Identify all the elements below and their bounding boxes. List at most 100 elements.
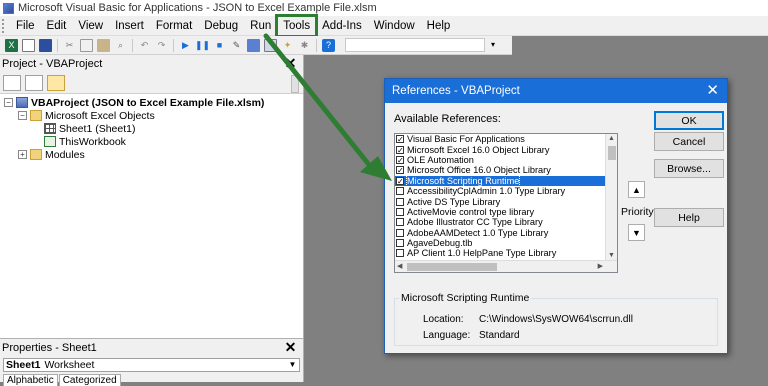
menu-edit[interactable]: Edit (41, 16, 73, 36)
break-icon[interactable]: ❚❚ (195, 39, 210, 52)
vba-app-icon (3, 2, 14, 14)
reference-label: Visual Basic For Applications (407, 134, 525, 145)
menu-run[interactable]: Run (244, 16, 277, 36)
tree-item-sheet1[interactable]: Sheet1 (Sheet1) (0, 122, 303, 135)
scroll-thumb[interactable] (407, 263, 497, 271)
paste-icon[interactable] (97, 38, 110, 52)
reference-item[interactable]: ✓ OLE Automation (395, 155, 617, 165)
reference-info-title: Microsoft Scripting Runtime (399, 292, 532, 304)
menu-debug[interactable]: Debug (198, 16, 244, 36)
tree-item-excel-objects[interactable]: − Microsoft Excel Objects (0, 109, 303, 122)
reference-item[interactable]: AgaveDebug.tlb (395, 238, 617, 248)
reference-item[interactable]: ActiveMovie control type library (395, 207, 617, 217)
reference-checkbox[interactable] (396, 218, 404, 227)
reference-item[interactable]: ✓ Microsoft Scripting Runtime (395, 174, 617, 187)
reference-label: OLE Automation (407, 154, 474, 165)
tab-alphabetic[interactable]: Alphabetic (3, 374, 58, 386)
tab-categorized[interactable]: Categorized (58, 374, 121, 386)
view-object-icon[interactable] (25, 74, 43, 91)
insert-userform-icon[interactable] (22, 38, 35, 52)
project-explorer-icon[interactable] (247, 38, 260, 52)
browse-button[interactable]: Browse... (654, 159, 724, 178)
find-icon[interactable]: ⌕ (114, 39, 127, 52)
reference-checkbox[interactable] (396, 249, 404, 258)
tree-item-modules[interactable]: + Modules (0, 148, 303, 161)
expand-icon[interactable]: + (18, 150, 27, 159)
reference-checkbox[interactable]: ✓ (396, 135, 404, 144)
toolbar-separator (132, 38, 133, 52)
chevron-down-icon[interactable]: ▼ (287, 360, 298, 370)
reference-checkbox[interactable]: ✓ (396, 176, 404, 185)
tree-item-project[interactable]: − VBAProject (JSON to Excel Example File… (0, 96, 303, 109)
object-browser-icon[interactable]: ✦ (281, 39, 294, 52)
save-icon[interactable] (39, 38, 52, 52)
help-button[interactable]: Help (654, 208, 724, 227)
scroll-up-icon[interactable]: ▲ (608, 135, 615, 142)
reference-checkbox[interactable]: ✓ (396, 145, 404, 154)
menu-file[interactable]: File (10, 16, 41, 36)
reference-item[interactable]: ✓ Microsoft Office 16.0 Object Library (395, 165, 617, 175)
properties-icon[interactable] (264, 38, 277, 52)
cursor-position-field (345, 38, 485, 52)
scroll-right-icon[interactable]: ▶ (598, 262, 603, 270)
reference-item[interactable]: AccessibilityCplAdmin 1.0 Type Library (395, 186, 617, 196)
collapse-icon[interactable]: − (4, 98, 13, 107)
toolbox-icon[interactable]: ✱ (298, 39, 311, 52)
reference-item[interactable]: AP Client 1.0 HelpPane Type Library (395, 248, 617, 258)
vertical-scrollbar[interactable]: ▲ ▼ (605, 134, 617, 260)
menu-view[interactable]: View (72, 16, 109, 36)
horizontal-scrollbar[interactable]: ◀ ▶ (395, 260, 617, 272)
reset-icon[interactable]: ■ (213, 39, 226, 52)
reference-checkbox[interactable] (396, 187, 404, 196)
location-label: Location: (423, 314, 464, 325)
copy-icon[interactable] (80, 38, 93, 52)
reference-checkbox[interactable] (396, 197, 404, 206)
tree-item-label: Sheet1 (Sheet1) (59, 122, 136, 135)
pane-scroll-handle[interactable] (291, 75, 299, 93)
reference-item[interactable]: ✓ Microsoft Excel 16.0 Object Library (395, 144, 617, 155)
scroll-left-icon[interactable]: ◀ (397, 262, 402, 270)
tree-item-thisworkbook[interactable]: ThisWorkbook (0, 135, 303, 148)
close-icon[interactable]: ✕ (283, 339, 298, 355)
menu-format[interactable]: Format (150, 16, 198, 36)
design-mode-icon[interactable]: ✎ (230, 39, 243, 52)
menu-tools[interactable]: Tools (275, 13, 319, 38)
close-icon[interactable]: ✕ (283, 55, 298, 71)
references-list[interactable]: ✓ Visual Basic For Applications ✓ Microsoft… (394, 133, 618, 273)
reference-info-group: Microsoft Scripting Runtime Location: C:… (394, 292, 718, 346)
reference-checkbox[interactable] (396, 228, 404, 237)
toggle-folders-icon[interactable] (47, 74, 65, 91)
cut-icon[interactable]: ✂ (63, 39, 76, 52)
reference-checkbox[interactable]: ✓ (396, 155, 404, 164)
project-explorer-pane: Project - VBAProject ✕ − VBAProject (JSO… (0, 55, 304, 338)
reference-checkbox[interactable] (396, 239, 404, 248)
ok-button[interactable]: OK (654, 111, 724, 130)
reference-item[interactable]: ✓ Visual Basic For Applications (395, 134, 617, 144)
reference-label: AdobeAAMDetect 1.0 Type Library (407, 227, 549, 238)
scroll-thumb[interactable] (608, 146, 616, 160)
run-icon[interactable]: ▶ (179, 39, 192, 52)
reference-item[interactable]: Adobe Illustrator CC Type Library (395, 217, 617, 227)
reference-item[interactable]: AdobeAAMDetect 1.0 Type Library (395, 228, 617, 238)
scroll-down-icon[interactable]: ▼ (608, 252, 615, 259)
view-code-icon[interactable] (3, 74, 21, 91)
priority-down-icon[interactable]: ▼ (628, 224, 645, 241)
close-icon[interactable]: ✕ (706, 82, 719, 100)
reference-checkbox[interactable]: ✓ (396, 166, 404, 175)
menu-add-ins[interactable]: Add-Ins (316, 16, 368, 36)
properties-pane-title: Properties - Sheet1 (2, 341, 97, 354)
cancel-button[interactable]: Cancel (654, 132, 724, 151)
excel-icon[interactable]: X (5, 38, 18, 52)
collapse-icon[interactable]: − (18, 111, 27, 120)
object-selector[interactable]: Sheet1 Worksheet ▼ (3, 358, 300, 372)
menu-insert[interactable]: Insert (109, 16, 150, 36)
reference-item[interactable]: Active DS Type Library (395, 196, 617, 207)
reference-checkbox[interactable] (396, 207, 404, 216)
redo-icon[interactable]: ↷ (155, 39, 168, 52)
menu-window[interactable]: Window (368, 16, 421, 36)
toolbar-options-icon[interactable]: ▾ (491, 38, 499, 52)
menu-help[interactable]: Help (421, 16, 457, 36)
priority-up-icon[interactable]: ▲ (628, 181, 645, 198)
help-icon[interactable]: ? (322, 38, 335, 52)
undo-icon[interactable]: ↶ (138, 39, 151, 52)
